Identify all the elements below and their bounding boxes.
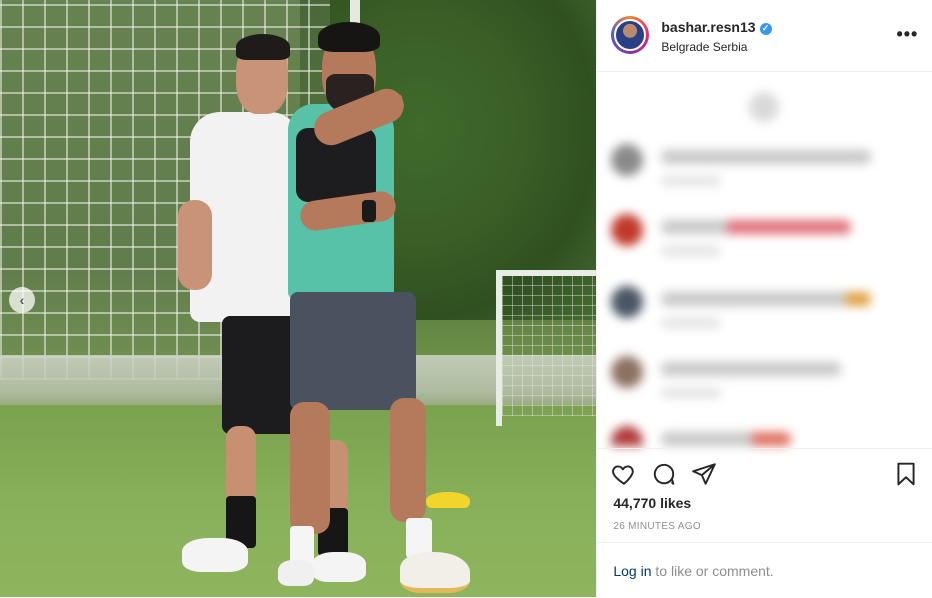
player-hair	[318, 22, 380, 52]
post-footer: Log in to like or comment.	[597, 542, 932, 598]
comment-text	[661, 292, 872, 306]
share-icon[interactable]	[691, 461, 717, 487]
comment-text	[661, 432, 792, 446]
list-item	[611, 284, 911, 340]
comment-avatar	[611, 144, 644, 176]
comment-icon[interactable]	[651, 461, 677, 487]
coach-arm	[178, 200, 212, 290]
avatar[interactable]	[614, 19, 647, 51]
login-prompt-text: to like or comment.	[651, 563, 774, 579]
coach-shoe	[312, 552, 366, 582]
more-options-icon[interactable]: •••	[896, 24, 918, 45]
post-header: bashar.resn13 ✓ Belgrade Serbia •••	[597, 0, 932, 72]
training-cone	[426, 492, 470, 508]
comment-avatar	[611, 356, 644, 388]
comment-meta	[661, 246, 722, 256]
login-link[interactable]: Log in	[613, 563, 651, 579]
comment-text	[661, 362, 842, 376]
likes-count[interactable]: 44,770 likes	[613, 495, 691, 511]
comment-meta	[661, 176, 722, 186]
post-photo[interactable]: ‹	[0, 0, 597, 597]
player-leg	[290, 402, 330, 534]
load-comments-icon	[749, 92, 780, 122]
comment-avatar	[611, 426, 644, 446]
post-actions: 44,770 likes 26 MINUTES AGO	[597, 448, 932, 543]
post-sidebar: bashar.resn13 ✓ Belgrade Serbia ••• 44,7…	[596, 0, 932, 597]
comment-text	[661, 220, 852, 234]
username-line: bashar.resn13 ✓	[661, 19, 772, 35]
previous-photo-button[interactable]: ‹	[9, 287, 35, 313]
coach-shoe	[182, 538, 248, 572]
comments-list-blurred	[597, 72, 932, 446]
comment-avatar	[611, 286, 644, 318]
list-item	[611, 212, 911, 268]
bookmark-icon[interactable]	[893, 461, 919, 487]
goal-net	[502, 276, 597, 416]
post-timestamp[interactable]: 26 MINUTES AGO	[613, 521, 701, 532]
player-shoe	[278, 560, 314, 586]
comment-meta	[661, 318, 722, 328]
username-link[interactable]: bashar.resn13	[661, 19, 755, 35]
comment-avatar	[611, 214, 644, 246]
list-item	[611, 142, 911, 198]
list-item	[611, 354, 911, 410]
player-leg	[390, 398, 426, 522]
player-watch	[362, 200, 376, 222]
chevron-left-icon: ‹	[19, 292, 25, 308]
list-item	[611, 424, 911, 446]
location-link[interactable]: Belgrade Serbia	[661, 40, 747, 54]
verified-badge-icon: ✓	[759, 22, 772, 35]
comment-text	[661, 150, 872, 164]
comment-meta	[661, 388, 722, 398]
player-shorts	[290, 292, 416, 410]
coach-hair	[236, 34, 290, 60]
player-shoe	[400, 552, 470, 593]
instagram-post: ‹ bashar.resn13 ✓ Belgrade Serbia ••• 44…	[0, 0, 932, 597]
login-prompt: Log in to like or comment.	[613, 563, 773, 579]
heart-icon[interactable]	[611, 461, 637, 487]
story-ring[interactable]	[611, 16, 650, 54]
